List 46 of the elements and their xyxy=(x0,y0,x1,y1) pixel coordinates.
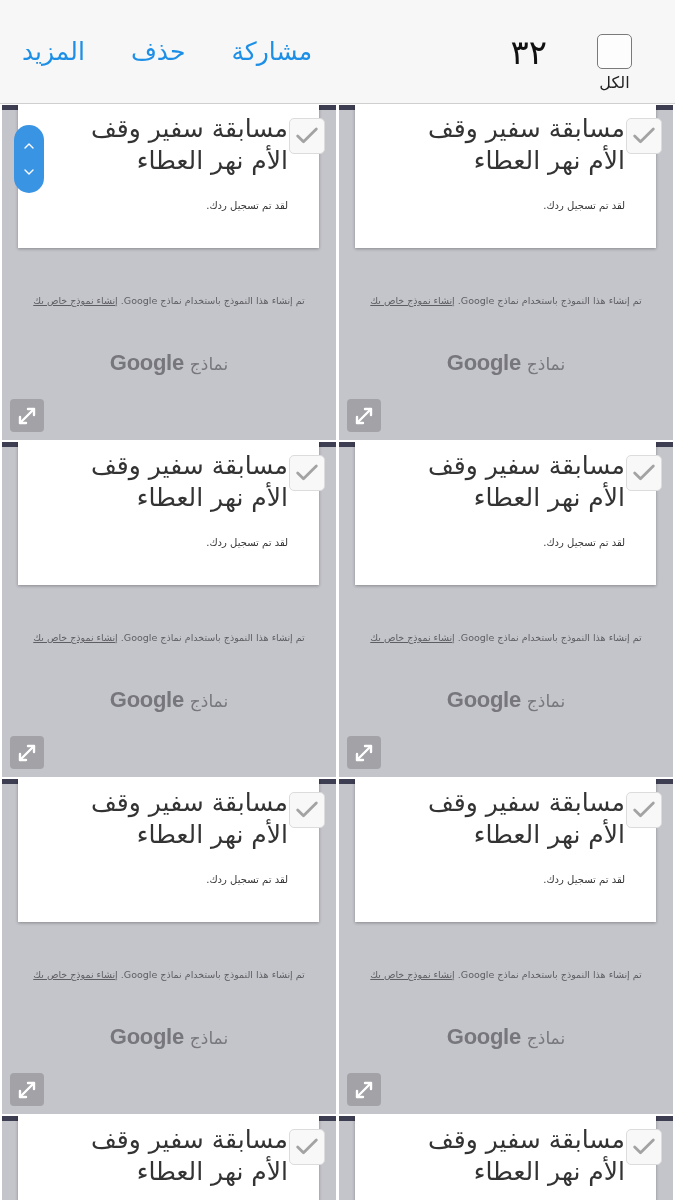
select-checkbox[interactable] xyxy=(626,455,662,491)
confirmation-text: لقد تم تسجيل ردك. xyxy=(205,536,288,550)
footer-text: تم إنشاء هذا النموذج باستخدام نماذج Google. إنشاء نموذج خاص بك xyxy=(369,631,643,646)
scroll-handle[interactable] xyxy=(14,125,44,193)
selection-count: ٣٢ xyxy=(510,31,547,72)
select-all-label: الكل xyxy=(599,73,630,93)
form-title: مسابقة سفير وقف الأم نهر العطاء xyxy=(426,787,625,851)
footer-text: تم إنشاء هذا النموذج باستخدام نماذج Google. إنشاء نموذج خاص بك xyxy=(369,968,643,983)
form-title: مسابقة سفير وقف الأم نهر العطاء xyxy=(426,1124,625,1188)
confirmation-text: لقد تم تسجيل ردك. xyxy=(542,536,625,550)
form-thumbnail[interactable]: مسابقة سفير وقف الأم نهر العطاء xyxy=(339,1116,673,1200)
footer-link: إنشاء نموذج خاص بك xyxy=(33,295,118,306)
expand-icon[interactable] xyxy=(10,736,44,769)
form-title: مسابقة سفير وقف الأم نهر العطاء xyxy=(89,450,288,514)
select-checkbox[interactable] xyxy=(289,118,325,154)
confirmation-text: لقد تم تسجيل ردك. xyxy=(205,199,288,213)
footer-text: تم إنشاء هذا النموذج باستخدام نماذج Google. إنشاء نموذج خاص بك xyxy=(369,294,643,309)
footer-link: إنشاء نموذج خاص بك xyxy=(370,295,455,306)
expand-icon[interactable] xyxy=(347,736,381,769)
footer-link: إنشاء نموذج خاص بك xyxy=(370,632,455,643)
footer-link: إنشاء نموذج خاص بك xyxy=(33,969,118,980)
form-title: مسابقة سفير وقف الأم نهر العطاء xyxy=(89,113,288,177)
form-title: مسابقة سفير وقف الأم نهر العطاء xyxy=(426,450,625,514)
form-title: مسابقة سفير وقف الأم نهر العطاء xyxy=(89,1124,288,1188)
select-checkbox[interactable] xyxy=(289,455,325,491)
expand-icon[interactable] xyxy=(10,1073,44,1106)
confirmation-text: لقد تم تسجيل ردك. xyxy=(205,873,288,887)
expand-icon[interactable] xyxy=(347,399,381,432)
form-title: مسابقة سفير وقف الأم نهر العطاء xyxy=(89,787,288,851)
select-checkbox[interactable] xyxy=(626,118,662,154)
confirmation-text: لقد تم تسجيل ردك. xyxy=(542,873,625,887)
select-checkbox[interactable] xyxy=(289,792,325,828)
confirmation-text: لقد تم تسجيل ردك. xyxy=(542,199,625,213)
select-checkbox[interactable] xyxy=(626,792,662,828)
form-title: مسابقة سفير وقف الأم نهر العطاء xyxy=(426,113,625,177)
expand-icon[interactable] xyxy=(10,399,44,432)
expand-icon[interactable] xyxy=(347,1073,381,1106)
footer-link: إنشاء نموذج خاص بك xyxy=(33,632,118,643)
footer-text: تم إنشاء هذا النموذج باستخدام نماذج Google. إنشاء نموذج خاص بك xyxy=(32,631,306,646)
footer-text: تم إنشاء هذا النموذج باستخدام نماذج Google. إنشاء نموذج خاص بك xyxy=(32,968,306,983)
select-all-checkbox[interactable] xyxy=(597,34,632,69)
footer-text: تم إنشاء هذا النموذج باستخدام نماذج Google. إنشاء نموذج خاص بك xyxy=(32,294,306,309)
select-checkbox[interactable] xyxy=(626,1129,662,1165)
footer-link: إنشاء نموذج خاص بك xyxy=(370,969,455,980)
select-checkbox[interactable] xyxy=(289,1129,325,1165)
form-thumbnail[interactable]: مسابقة سفير وقف الأم نهر العطاء xyxy=(2,1116,336,1200)
